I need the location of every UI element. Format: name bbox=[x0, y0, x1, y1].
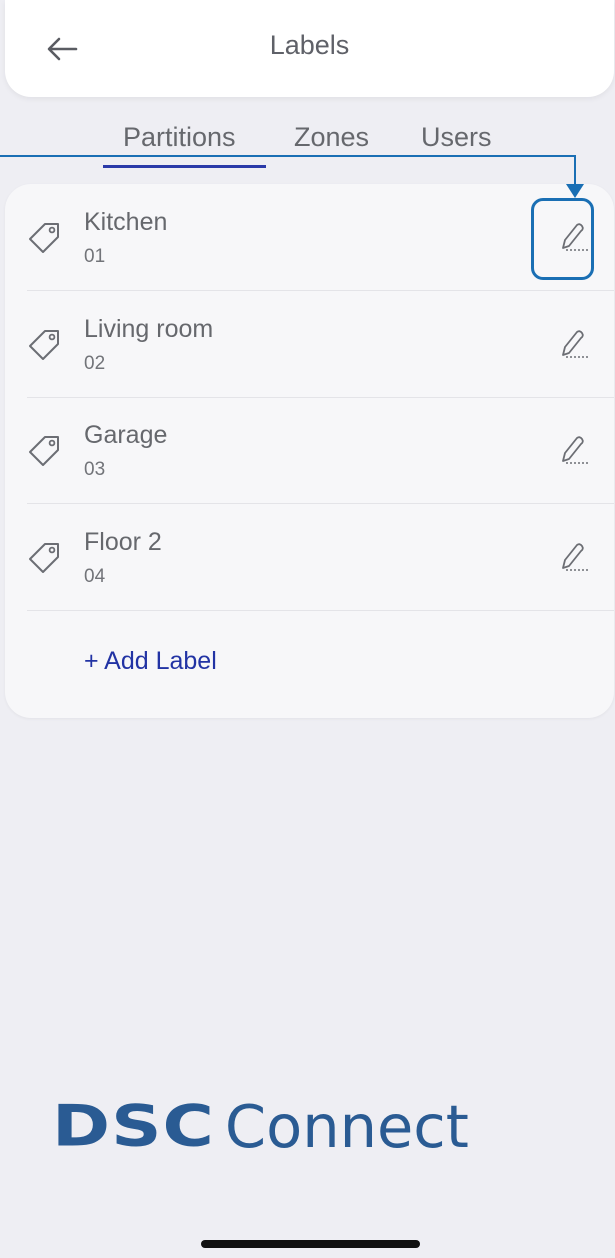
tab-bar: Partitions Zones Users bbox=[0, 118, 615, 178]
list-item[interactable]: Kitchen 01 bbox=[5, 184, 614, 291]
list-item[interactable]: Living room 02 bbox=[5, 291, 614, 398]
divider bbox=[27, 610, 614, 611]
labels-list-card: Kitchen 01 Living room 02 Garage 03 Floo… bbox=[5, 184, 614, 718]
page-title: Labels bbox=[269, 30, 350, 60]
logo-brand: DSC bbox=[52, 1092, 215, 1160]
list-item-label: Kitchen bbox=[84, 208, 168, 236]
logo-product: Connect bbox=[224, 1091, 469, 1161]
list-item-label: Garage bbox=[84, 421, 168, 449]
pencil-icon[interactable] bbox=[552, 431, 592, 471]
list-item-number: 02 bbox=[84, 353, 106, 374]
home-indicator[interactable] bbox=[201, 1240, 420, 1248]
tab-partitions[interactable]: Partitions bbox=[123, 122, 236, 153]
callout-arrow-icon bbox=[566, 184, 584, 198]
list-item-number: 03 bbox=[84, 459, 106, 480]
add-label-button[interactable]: + Add Label bbox=[84, 647, 217, 676]
tag-icon bbox=[29, 330, 59, 360]
pencil-icon[interactable] bbox=[552, 325, 592, 365]
callout-line bbox=[0, 155, 576, 157]
pencil-icon[interactable] bbox=[552, 538, 592, 578]
edit-highlight-box bbox=[531, 198, 594, 280]
list-item[interactable]: Floor 2 04 bbox=[5, 504, 614, 611]
tag-icon bbox=[29, 436, 59, 466]
list-item-label: Living room bbox=[84, 315, 214, 343]
tab-zones[interactable]: Zones bbox=[294, 122, 369, 153]
header-bar: Labels bbox=[5, 0, 614, 97]
tag-icon bbox=[29, 223, 59, 253]
list-item[interactable]: Garage 03 bbox=[5, 397, 614, 504]
active-tab-indicator bbox=[103, 165, 266, 168]
tag-icon bbox=[29, 543, 59, 573]
list-item-number: 01 bbox=[84, 246, 106, 267]
app-logo: DSC Connect bbox=[52, 1085, 469, 1161]
list-item-label: Floor 2 bbox=[84, 528, 162, 556]
tab-users[interactable]: Users bbox=[421, 122, 492, 153]
list-item-number: 04 bbox=[84, 566, 106, 587]
